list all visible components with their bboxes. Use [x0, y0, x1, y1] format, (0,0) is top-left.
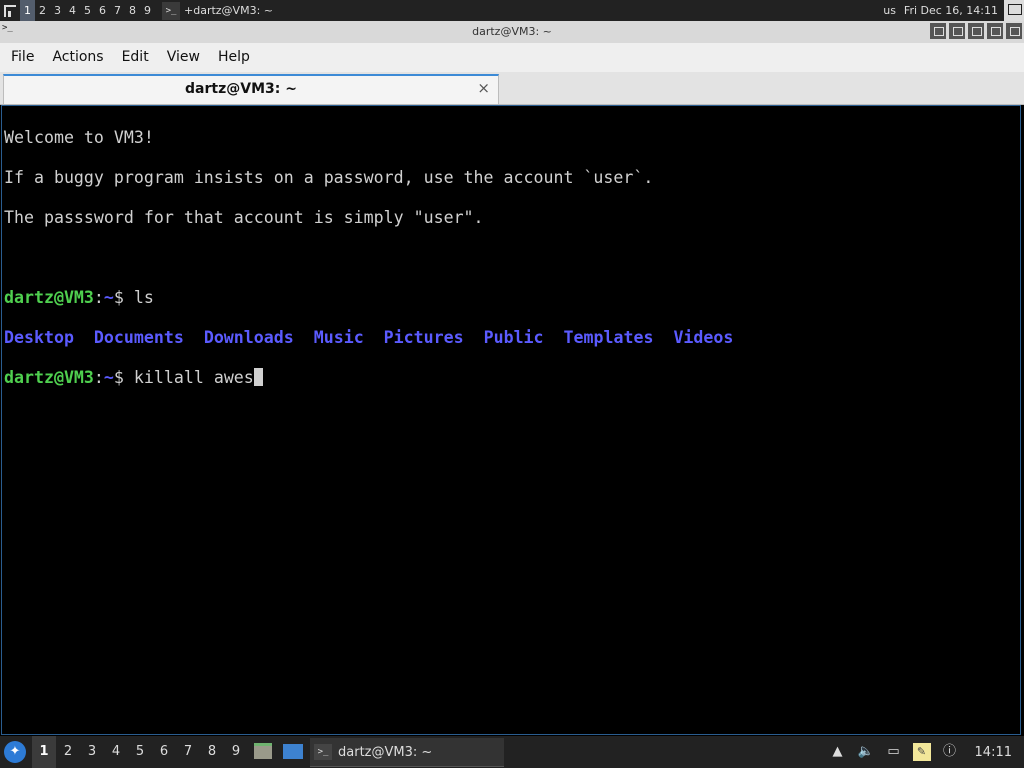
dir-entry: Music — [313, 328, 364, 347]
tag-1[interactable]: 1 — [20, 0, 35, 21]
tag-4[interactable]: 4 — [65, 0, 80, 21]
bottom-task-title: dartz@VM3: ~ — [338, 744, 433, 760]
bottom-tag-2[interactable]: 2 — [56, 736, 80, 768]
tag-7[interactable]: 7 — [110, 0, 125, 21]
prompt-separator: : — [93, 288, 104, 307]
prompt-user: dartz@VM3 — [4, 288, 94, 307]
motd-line: Welcome to VM3! — [4, 128, 154, 147]
bottom-tag-3[interactable]: 3 — [80, 736, 104, 768]
dir-entry: Pictures — [383, 328, 464, 347]
tag-8[interactable]: 8 — [125, 0, 140, 21]
prompt-symbol: $ — [113, 288, 134, 307]
tag-6[interactable]: 6 — [95, 0, 110, 21]
motd-line: The passsword for that account is simply… — [4, 208, 484, 227]
network-icon[interactable]: ▭ — [885, 743, 903, 761]
launcher-icon[interactable]: ✦ — [4, 741, 26, 763]
top-task-item[interactable]: >_ +dartz@VM3: ~ — [160, 0, 883, 21]
bottom-tag-9[interactable]: 9 — [224, 736, 248, 768]
window-title: dartz@VM3: ~ — [472, 25, 552, 38]
command-line: dartz@VM3:~$ killall awes — [4, 368, 1020, 388]
update-notifier-icon[interactable]: ⓘ — [941, 743, 959, 761]
show-desktop-icon[interactable] — [283, 744, 303, 759]
file-manager-icon[interactable] — [254, 743, 272, 759]
maximize-icon[interactable] — [949, 23, 965, 39]
tag-3[interactable]: 3 — [50, 0, 65, 21]
ls-output-line: Desktop Documents Downloads Music Pictur… — [4, 328, 1020, 348]
command-text: ls — [133, 288, 154, 307]
menu-edit[interactable]: Edit — [113, 43, 158, 72]
scroll-up-icon[interactable]: ▲ — [829, 743, 847, 761]
prompt-path: ~ — [103, 368, 114, 387]
top-tag-list: 1 2 3 4 5 6 7 8 9 — [20, 0, 155, 21]
floating-icon[interactable] — [930, 23, 946, 39]
terminal-icon: >_ — [314, 744, 332, 760]
close-icon[interactable] — [1006, 23, 1022, 39]
motd-line: If a buggy program insists on a password… — [4, 168, 654, 187]
menu-actions[interactable]: Actions — [43, 43, 112, 72]
tab-label: dartz@VM3: ~ — [185, 81, 297, 97]
prompt-path: ~ — [103, 288, 114, 307]
dir-entry: Downloads — [203, 328, 294, 347]
bottom-clock[interactable]: 14:11 — [975, 745, 1012, 760]
terminal-icon: >_ — [162, 1, 180, 20]
bottom-tag-4[interactable]: 4 — [104, 736, 128, 768]
terminal-output[interactable]: Welcome to VM3! If a buggy program insis… — [1, 105, 1021, 735]
top-panel: 1 2 3 4 5 6 7 8 9 >_ +dartz@VM3: ~ us Fr… — [0, 0, 1024, 21]
keyboard-layout[interactable]: us — [883, 4, 896, 17]
bottom-panel: ✦ 1 2 3 4 5 6 7 8 9 >_ dartz@VM3: ~ ▲ 🔈 … — [0, 736, 1024, 768]
menu-help[interactable]: Help — [209, 43, 259, 72]
command-line: dartz@VM3:~$ ls — [4, 288, 1020, 308]
volume-icon[interactable]: 🔈 — [857, 743, 875, 761]
text-cursor — [253, 368, 263, 386]
tab-close-icon[interactable]: × — [477, 79, 490, 97]
dir-entry: Public — [483, 328, 544, 347]
dir-entry: Templates — [563, 328, 654, 347]
tag-2[interactable]: 2 — [35, 0, 50, 21]
ontop-icon[interactable] — [987, 23, 1003, 39]
bottom-tag-6[interactable]: 6 — [152, 736, 176, 768]
tag-5[interactable]: 5 — [80, 0, 95, 21]
layout-tile-icon[interactable] — [2, 3, 18, 19]
dir-entry: Desktop — [4, 328, 74, 347]
command-input[interactable]: killall awes — [134, 368, 254, 387]
system-tray: ▲ 🔈 ▭ ✎ ⓘ 14:11 — [829, 736, 1024, 768]
notes-icon[interactable]: ✎ — [912, 743, 931, 761]
bottom-tag-8[interactable]: 8 — [200, 736, 224, 768]
bottom-tag-1[interactable]: 1 — [32, 736, 56, 768]
tab-bar: dartz@VM3: ~ × — [0, 72, 1024, 105]
bottom-tag-list: 1 2 3 4 5 6 7 8 9 — [32, 736, 248, 768]
bottom-tag-5[interactable]: 5 — [128, 736, 152, 768]
menu-view[interactable]: View — [158, 43, 209, 72]
top-task-title: +dartz@VM3: ~ — [184, 4, 273, 17]
tab-terminal[interactable]: dartz@VM3: ~ × — [3, 74, 499, 104]
prompt-symbol: $ — [113, 368, 134, 387]
top-clock[interactable]: Fri Dec 16, 14:11 — [904, 4, 998, 17]
dir-entry: Documents — [93, 328, 184, 347]
window-titlebar[interactable]: >_ dartz@VM3: ~ — [0, 21, 1024, 43]
dir-entry: Videos — [673, 328, 734, 347]
menu-file[interactable]: File — [0, 43, 43, 72]
window-controls — [930, 23, 1022, 39]
prompt-separator: : — [93, 368, 104, 387]
sticky-icon[interactable] — [968, 23, 984, 39]
bottom-tag-7[interactable]: 7 — [176, 736, 200, 768]
prompt-user: dartz@VM3 — [4, 368, 94, 387]
bottom-task-item[interactable]: >_ dartz@VM3: ~ — [310, 738, 504, 767]
menu-bar: File Actions Edit View Help — [0, 43, 1024, 72]
layout-floating-icon[interactable] — [1004, 0, 1024, 21]
top-right-widgets: us Fri Dec 16, 14:11 — [883, 0, 1024, 21]
tag-9[interactable]: 9 — [140, 0, 155, 21]
